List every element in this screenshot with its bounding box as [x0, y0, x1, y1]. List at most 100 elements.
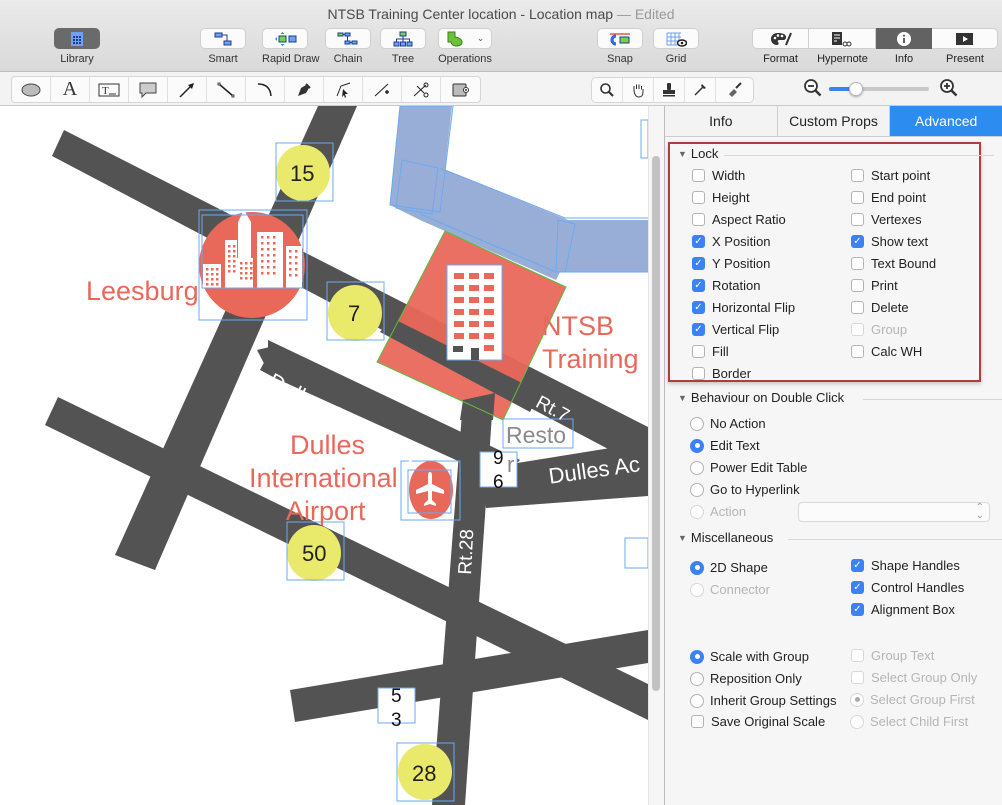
grid-button[interactable]: Grid [653, 28, 699, 65]
lock-show-text-checkbox[interactable]: ✓ Show text [851, 234, 928, 249]
building-window [228, 260, 231, 263]
checkmark-icon: ✓ [851, 581, 864, 594]
lock-horizontal-flip-checkbox[interactable]: ✓ Horizontal Flip [692, 300, 795, 315]
arrow-tool[interactable] [168, 77, 207, 102]
snap-button[interactable]: Snap [597, 28, 643, 65]
lock-section-header[interactable]: ▼ Lock [678, 146, 994, 161]
save-original-scale-checkbox[interactable]: Save Original Scale [691, 714, 825, 729]
scrollbar-thumb[interactable] [652, 156, 660, 691]
zoom-out-icon[interactable] [803, 78, 823, 98]
lock-border-checkbox[interactable]: Border [692, 366, 751, 381]
chain-button[interactable]: Chain [325, 28, 371, 65]
lock-start-point-checkbox[interactable]: Start point [851, 168, 930, 183]
building-window [261, 236, 264, 239]
pen-tool[interactable] [285, 77, 324, 102]
direct-select-tool[interactable] [324, 77, 363, 102]
lock-calc-wh-checkbox[interactable]: Calc WH [851, 344, 922, 359]
radio-button-circle [690, 560, 704, 575]
callout-tool[interactable] [129, 77, 168, 102]
add-point-icon [374, 83, 389, 96]
text-block-tool[interactable]: T [90, 77, 129, 102]
info-button[interactable]: Info [876, 28, 932, 65]
smart-button[interactable]: Smart [200, 28, 246, 65]
dblclick-no-action-radio[interactable]: No Action [690, 416, 766, 431]
lock-vertexes-checkbox[interactable]: Vertexes [851, 212, 922, 227]
route-badge-7-text: 7 [348, 301, 361, 326]
library-grid-icon [71, 31, 83, 46]
text-tool[interactable]: A [51, 77, 90, 102]
lock-fill-checkbox[interactable]: Fill [692, 344, 729, 359]
lock-x-position-checkbox[interactable]: ✓ X Position [692, 234, 771, 249]
action-select[interactable]: ⌃ ⌄ [798, 502, 990, 522]
double-click-section-header[interactable]: ▼ Behaviour on Double Click [678, 390, 1002, 405]
lock-print-checkbox[interactable]: Print [851, 278, 898, 293]
lock-text-bound-checkbox[interactable]: Text Bound [851, 256, 936, 271]
lock-rotation-checkbox[interactable]: ✓ Rotation [692, 278, 760, 293]
canvas-vertical-scrollbar[interactable] [648, 106, 664, 805]
hypernote-button[interactable]: Hypernote [809, 28, 876, 65]
hand-tool[interactable] [623, 78, 654, 102]
dblclick-power-edit-table-radio[interactable]: Power Edit Table [690, 460, 807, 475]
building-window [216, 268, 219, 271]
grid-icon [666, 32, 687, 47]
reposition-only-radio[interactable]: Reposition Only [690, 671, 802, 686]
label-rt28: Rt.28 [455, 528, 479, 576]
zoom-slider-knob[interactable] [849, 82, 863, 96]
arc-tool[interactable] [246, 77, 285, 102]
control-handles-checkbox[interactable]: ✓ Control Handles [851, 580, 964, 595]
format-painter-tool[interactable] [716, 78, 753, 102]
alignment-box-checkbox[interactable]: ✓ Alignment Box [851, 602, 955, 617]
dblclick-edit-text-radio[interactable]: Edit Text [690, 438, 760, 453]
lock-vertical-flip-checkbox[interactable]: ✓ Vertical Flip [692, 322, 779, 337]
building-window [454, 321, 464, 327]
format-button[interactable]: Format [752, 28, 809, 65]
present-button[interactable]: Present [932, 28, 998, 65]
lock-y-position-checkbox[interactable]: ✓ Y Position [692, 256, 770, 271]
dblclick-go-to-hyperlink-radio[interactable]: Go to Hyperlink [690, 482, 800, 497]
checkbox-box [692, 367, 705, 380]
drawing-canvas[interactable]: Leesburg NTSB Training Dulles Internatio… [0, 106, 648, 805]
lock-end-point-checkbox[interactable]: End point [851, 190, 926, 205]
tab-advanced[interactable]: Advanced [890, 106, 1002, 136]
misc-section-header[interactable]: ▼ Miscellaneous [678, 530, 1002, 545]
properties-panel: Info Custom Props Advanced ▼ Lock ▼ Behavi… [664, 106, 1002, 805]
tree-button[interactable]: Tree [380, 28, 426, 65]
zoom-slider[interactable] [829, 82, 929, 96]
building-window [273, 260, 276, 263]
building-window [233, 270, 236, 273]
eyedropper-tool[interactable] [685, 78, 716, 102]
building-window [211, 268, 214, 271]
add-point-tool[interactable] [363, 77, 402, 102]
shape-handles-checkbox[interactable]: ✓ Shape Handles [851, 558, 960, 573]
inherit-group-settings-radio[interactable]: Inherit Group Settings [690, 693, 836, 708]
lock-width-checkbox[interactable]: Width [692, 168, 745, 183]
building-window [289, 256, 292, 259]
label-resto-fragment: r [507, 452, 515, 477]
zoom-in-icon[interactable] [939, 78, 959, 98]
route-box-96-bottom: 6 [493, 472, 504, 493]
callout-icon [139, 82, 157, 98]
cut-tool[interactable] [402, 77, 441, 102]
lock-aspect-ratio-checkbox[interactable]: Aspect Ratio [692, 212, 786, 227]
2d-shape-radio[interactable]: 2D Shape [690, 560, 768, 575]
present-icon [955, 32, 973, 45]
stamp-tool[interactable] [654, 78, 685, 102]
rapid-draw-button[interactable]: Rapid Draw [262, 28, 319, 65]
building-window [233, 245, 236, 248]
zoom-tool[interactable] [592, 78, 623, 102]
selection-box [640, 119, 648, 159]
tab-custom-props[interactable]: Custom Props [777, 106, 891, 136]
building-window [216, 283, 219, 286]
library-button[interactable]: Library [54, 28, 100, 65]
lock-height-checkbox[interactable]: Height [692, 190, 750, 205]
operations-button[interactable]: ⌄ Operations [437, 28, 493, 65]
checkmark-icon: ✓ [692, 235, 705, 248]
operations-icon [447, 31, 463, 47]
tab-info[interactable]: Info [665, 106, 778, 136]
ellipse-tool[interactable] [12, 77, 51, 102]
container-tool[interactable] [441, 77, 480, 102]
scale-with-group-radio[interactable]: Scale with Group [690, 649, 809, 664]
checkbox-box [691, 715, 704, 728]
lock-delete-checkbox[interactable]: Delete [851, 300, 909, 315]
line-tool[interactable] [207, 77, 246, 102]
